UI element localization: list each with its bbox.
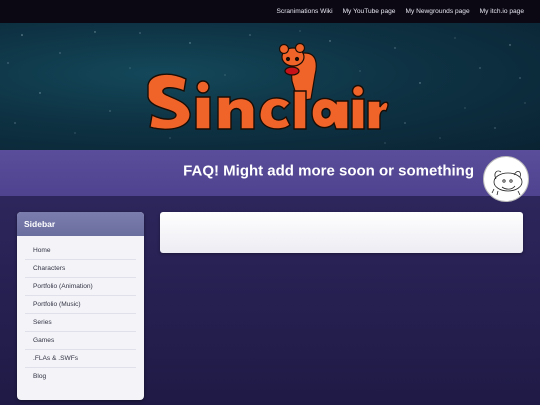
sidebar: Sidebar Home Characters Portfolio (Anima… (17, 212, 144, 400)
sidebar-list: Home Characters Portfolio (Animation) Po… (17, 236, 144, 385)
sidebar-item-flas-swfs[interactable]: .FLAs & .SWFs (25, 350, 136, 368)
sidebar-item-series[interactable]: Series (25, 314, 136, 332)
nav-link-wiki[interactable]: Scranimations Wiki (277, 8, 333, 15)
sidebar-item-home[interactable]: Home (25, 242, 136, 260)
sidebar-item-games[interactable]: Games (25, 332, 136, 350)
sidebar-item-blog[interactable]: Blog (25, 368, 136, 385)
sinclair-logo (147, 73, 389, 131)
sidebar-item-characters[interactable]: Characters (25, 260, 136, 278)
header-banner (0, 23, 540, 150)
top-nav: Scranimations Wiki My YouTube page My Ne… (0, 0, 540, 23)
banner-artwork (7, 30, 526, 144)
content-panel (160, 212, 523, 253)
avatar (483, 156, 529, 202)
nav-link-newgrounds[interactable]: My Newgrounds page (405, 8, 469, 15)
page-title: FAQ! Might add more soon or something (183, 162, 474, 180)
avatar-sketch-icon (491, 170, 523, 196)
nav-link-youtube[interactable]: My YouTube page (343, 8, 396, 15)
sidebar-item-portfolio-animation[interactable]: Portfolio (Animation) (25, 278, 136, 296)
sidebar-item-portfolio-music[interactable]: Portfolio (Music) (25, 296, 136, 314)
sidebar-title: Sidebar (17, 212, 144, 236)
nav-link-itchio[interactable]: My itch.io page (480, 8, 524, 15)
